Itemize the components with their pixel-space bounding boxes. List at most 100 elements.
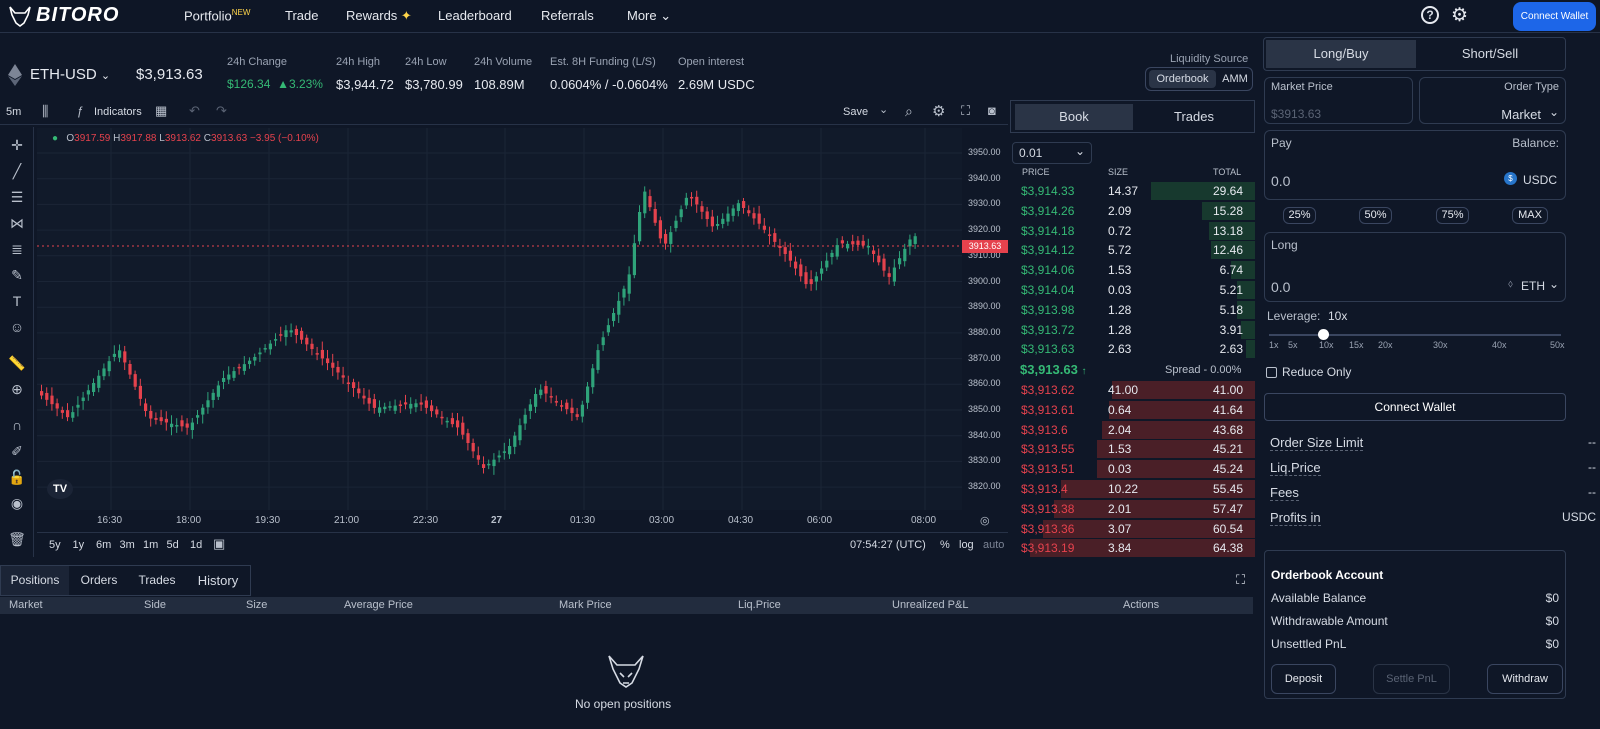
withdraw-button[interactable]: Withdraw: [1487, 664, 1563, 694]
ruler-icon[interactable]: 📏: [6, 355, 28, 373]
tab-positions[interactable]: Positions: [1, 566, 69, 595]
nav-rewards[interactable]: Rewards ✦: [346, 8, 412, 24]
connect-wallet-button[interactable]: Connect Wallet: [1264, 393, 1566, 421]
redo-icon[interactable]: ↷: [216, 103, 227, 119]
symbol-selector[interactable]: ETH-USD ⌄: [30, 66, 110, 83]
deposit-button[interactable]: Deposit: [1271, 664, 1336, 694]
range-button-5y[interactable]: 5y: [49, 539, 61, 551]
range-button-1m[interactable]: 1m: [143, 539, 158, 551]
leverage-slider-track[interactable]: [1269, 334, 1561, 336]
logo[interactable]: BITORO: [8, 4, 119, 27]
date-range-icon[interactable]: ▣: [213, 536, 225, 552]
percent-toggle[interactable]: %: [940, 539, 950, 551]
lock-draw-icon[interactable]: ✐: [6, 443, 28, 461]
horizontal-lines-icon[interactable]: ☰: [6, 189, 28, 207]
log-toggle[interactable]: log: [959, 539, 974, 551]
liquidity-amm[interactable]: AMM: [1220, 70, 1250, 88]
fib-icon[interactable]: ≣: [6, 241, 28, 259]
reduce-only-checkbox[interactable]: [1266, 367, 1277, 378]
connect-wallet-top-button[interactable]: Connect Wallet: [1513, 2, 1596, 31]
range-button-5d[interactable]: 5d: [167, 539, 179, 551]
tab-orders[interactable]: Orders: [71, 566, 127, 595]
pct-max-button[interactable]: MAX: [1512, 207, 1548, 224]
range-button-1y[interactable]: 1y: [73, 539, 85, 551]
nav-leaderboard[interactable]: Leaderboard: [438, 8, 512, 23]
tab-short-sell[interactable]: Short/Sell: [1416, 40, 1564, 68]
nav-referrals[interactable]: Referrals: [541, 8, 594, 23]
price-axis[interactable]: 3950.00 3940.00 3930.00 3920.00 3910.00 3900.…: [962, 128, 1008, 510]
bid-row[interactable]: $3,914.33 14.37 29.64: [1010, 181, 1255, 200]
bid-row[interactable]: $3,914.12 5.72 12.46: [1010, 240, 1255, 260]
candle-type-icon[interactable]: ⫼: [42, 103, 48, 120]
utc-time[interactable]: 07:54:27 (UTC): [850, 539, 926, 551]
bid-row[interactable]: $3,914.18 0.72 13.18: [1010, 221, 1255, 240]
indicators-button[interactable]: Indicators: [94, 106, 142, 118]
eye-icon[interactable]: ◉: [6, 495, 28, 513]
bid-row[interactable]: $3,914.26 2.09 15.28: [1010, 201, 1255, 220]
range-button-6m[interactable]: 6m: [96, 539, 111, 551]
expand-icon[interactable]: ⛶: [1236, 572, 1245, 588]
pct-25-button[interactable]: 25%: [1283, 207, 1316, 224]
leverage-mark[interactable]: 20x: [1378, 340, 1393, 350]
market-price-field[interactable]: Market Price $3913.63: [1264, 77, 1413, 124]
order-type-select[interactable]: Order Type Market ⌄: [1419, 77, 1566, 124]
gear-icon[interactable]: ⚙: [1451, 4, 1468, 27]
chevron-down-icon[interactable]: ⌄: [879, 103, 888, 116]
interval-selector[interactable]: 5m: [6, 106, 21, 118]
leverage-mark[interactable]: 10x: [1319, 340, 1334, 350]
settle-pnl-button[interactable]: Settle PnL: [1373, 664, 1450, 694]
tab-trades-history[interactable]: Trades: [129, 566, 185, 595]
magnet-icon[interactable]: ∩: [6, 417, 28, 435]
undo-icon[interactable]: ↶: [189, 103, 200, 119]
leverage-mark[interactable]: 40x: [1492, 340, 1507, 350]
ask-row[interactable]: $3,913.36 3.07 60.54: [1010, 519, 1255, 538]
camera-icon[interactable]: ◙: [988, 103, 996, 118]
bid-row[interactable]: $3,913.72 1.28 3.91: [1010, 320, 1255, 339]
nav-more[interactable]: More ⌄: [627, 8, 671, 24]
tab-long-buy[interactable]: Long/Buy: [1266, 40, 1416, 68]
tick-size-select[interactable]: 0.01 ⌄: [1012, 142, 1092, 164]
save-button[interactable]: Save: [843, 106, 868, 118]
bid-row[interactable]: $3,914.04 0.03 5.21: [1010, 280, 1255, 299]
trend-line-icon[interactable]: ╱: [6, 163, 28, 181]
leverage-mark[interactable]: 5x: [1288, 340, 1298, 350]
trash-icon[interactable]: 🗑: [6, 531, 28, 549]
long-amount-field[interactable]: Long 0.0 ⬨ ETH ⌄: [1264, 232, 1566, 302]
leverage-mark[interactable]: 50x: [1550, 340, 1565, 350]
ask-row[interactable]: $3,913.19 3.84 64.38: [1010, 538, 1255, 558]
pct-75-button[interactable]: 75%: [1436, 207, 1469, 224]
ask-row[interactable]: $3,913.55 1.53 45.21: [1010, 439, 1255, 459]
zoom-in-icon[interactable]: ⊕: [6, 381, 28, 399]
indicators-icon[interactable]: ƒ: [77, 104, 84, 118]
leverage-mark[interactable]: 1x: [1269, 340, 1279, 350]
ask-row[interactable]: $3,913.51 0.03 45.24: [1010, 459, 1255, 479]
nav-trade[interactable]: Trade: [285, 8, 318, 23]
tab-history[interactable]: History: [187, 566, 249, 595]
nav-portfolio[interactable]: PortfolioNEW: [184, 8, 250, 23]
crosshair-icon[interactable]: ✛: [6, 137, 28, 155]
ask-row[interactable]: $3,913.61 0.64 41.64: [1010, 400, 1255, 419]
zoom-search-icon[interactable]: ⌕: [905, 103, 913, 120]
auto-toggle[interactable]: auto: [983, 539, 1004, 551]
chart-settings-icon[interactable]: ⚙: [932, 102, 945, 120]
leverage-mark[interactable]: 15x: [1349, 340, 1364, 350]
pct-50-button[interactable]: 50%: [1359, 207, 1392, 224]
pattern-icon[interactable]: ⋈: [6, 215, 28, 233]
emoji-icon[interactable]: ☺: [6, 319, 28, 337]
time-axis[interactable]: 16:30 18:00 19:30 21:00 22:30 27 01:30 03:00 04:…: [37, 510, 962, 532]
brush-icon[interactable]: ✎: [6, 267, 28, 285]
text-icon[interactable]: T: [6, 293, 28, 311]
help-icon[interactable]: ?: [1421, 6, 1439, 24]
bid-row[interactable]: $3,913.63 2.63 2.63: [1010, 339, 1255, 359]
pay-field[interactable]: Pay Balance: 0.0 $ USDC: [1264, 130, 1566, 200]
ask-row[interactable]: $3,913.38 2.01 57.47: [1010, 499, 1255, 518]
fullscreen-icon[interactable]: ⛶: [961, 103, 970, 119]
tab-book[interactable]: Book: [1015, 104, 1133, 130]
bid-row[interactable]: $3,914.06 1.53 6.74: [1010, 260, 1255, 280]
liquidity-orderbook[interactable]: Orderbook: [1149, 70, 1216, 88]
ask-row[interactable]: $3,913.6 2.04 43.68: [1010, 420, 1255, 439]
ask-row[interactable]: $3,913.4 10.22 55.45: [1010, 479, 1255, 498]
price-chart[interactable]: [37, 128, 962, 510]
range-button-3m[interactable]: 3m: [120, 539, 135, 551]
lock-icon[interactable]: 🔓: [6, 469, 28, 487]
